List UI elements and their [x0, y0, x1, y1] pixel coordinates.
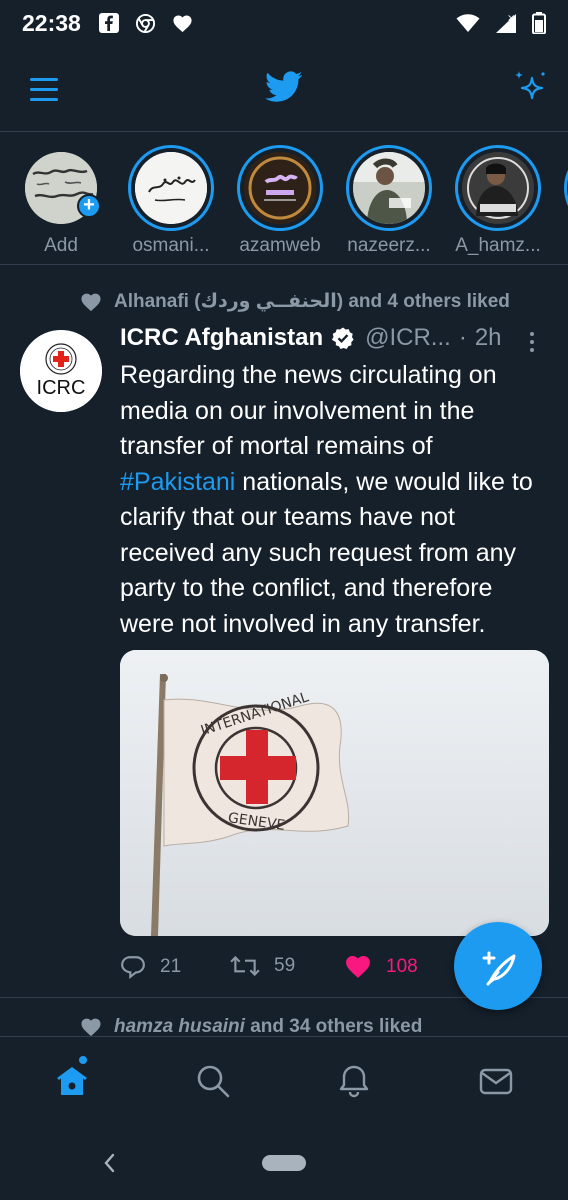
fleet-label: Add — [44, 235, 78, 256]
next-social-name: hamza husaini — [114, 1016, 245, 1037]
compose-tweet-button[interactable] — [454, 922, 542, 1010]
reply-button[interactable]: 21 — [120, 954, 181, 980]
retweet-button[interactable]: 59 — [230, 954, 295, 978]
fleet-label: osmani... — [132, 235, 210, 256]
more-options-icon[interactable] — [530, 332, 536, 356]
header-separator: · — [458, 324, 467, 351]
retweet-count: 59 — [274, 955, 296, 976]
verified-badge-icon — [332, 327, 354, 349]
fleet-item[interactable]: A_hamz... — [453, 145, 543, 257]
system-navigation-bar — [0, 1124, 568, 1200]
sparkle-icon[interactable] — [510, 68, 550, 108]
messages-icon[interactable] — [478, 1063, 514, 1099]
avatar-text: ICRC — [37, 377, 86, 399]
social-context-text: Alhanafi (الحنفــي وردك) and 4 others li… — [114, 291, 510, 312]
tweet-image[interactable]: INTERNATIONAL GENEVE — [120, 650, 549, 936]
fleet-item[interactable]: nazeerz... — [344, 145, 434, 257]
chrome-icon — [135, 13, 155, 33]
signal-icon: × — [496, 13, 516, 33]
heart-icon — [81, 293, 101, 311]
fleet-label: A_hamz... — [455, 235, 541, 256]
like-count: 108 — [386, 955, 418, 977]
heart-icon — [81, 1018, 101, 1037]
facebook-icon — [98, 13, 119, 33]
next-tweet-social-context: hamza husaini and 34 others liked — [80, 1016, 422, 1038]
home-unread-dot — [79, 1056, 87, 1064]
user-avatar — [462, 152, 534, 224]
social-context: Alhanafi (الحنفــي وردك) and 4 others li… — [80, 290, 510, 313]
home-pill[interactable] — [262, 1155, 306, 1171]
tweet-text-part1: Regarding the news circulating on media … — [120, 361, 497, 460]
fleet-label: azamweb — [239, 235, 321, 256]
home-icon[interactable] — [54, 1063, 90, 1099]
hashtag-link[interactable]: #Pakistani — [120, 468, 235, 496]
fleet-label: nazeerz... — [347, 235, 431, 256]
user-avatar — [244, 152, 316, 224]
status-bar: 22:38 × — [0, 0, 568, 46]
heart-filled-icon — [346, 956, 370, 978]
reply-count: 21 — [160, 956, 182, 977]
heart-icon — [173, 15, 192, 32]
tweet-header: ICRC Afghanistan @ICR... · 2h — [120, 324, 502, 352]
next-social-rest: and 34 others liked — [244, 1016, 423, 1037]
like-button[interactable]: 108 — [344, 954, 418, 979]
tweet-text: Regarding the news circulating on media … — [120, 358, 550, 642]
user-avatar — [353, 152, 425, 224]
tweet-actions: 21 59 108 — [120, 954, 450, 984]
notifications-icon[interactable] — [336, 1063, 372, 1099]
author-avatar[interactable]: ICRC — [20, 330, 102, 412]
user-avatar — [135, 152, 207, 224]
author-name[interactable]: ICRC Afghanistan — [120, 324, 323, 352]
battery-icon — [532, 12, 546, 34]
compose-feather-icon — [482, 951, 516, 986]
fleet-item[interactable] — [562, 145, 568, 231]
fleet-item[interactable]: azamweb — [235, 145, 325, 257]
status-time: 22:38 — [22, 9, 81, 36]
reply-icon — [121, 956, 145, 979]
back-icon[interactable] — [102, 1152, 116, 1174]
tweet[interactable]: Alhanafi (الحنفــي وردك) and 4 others li… — [0, 278, 568, 998]
top-app-bar — [0, 46, 568, 132]
svg-text:×: × — [507, 13, 515, 24]
author-handle[interactable]: @ICR... — [365, 324, 451, 352]
tweet-time[interactable]: 2h — [475, 324, 502, 352]
search-icon[interactable] — [195, 1063, 231, 1099]
wifi-icon — [456, 14, 480, 32]
twitter-bird-icon[interactable] — [265, 71, 303, 103]
bottom-navigation — [0, 1036, 568, 1124]
menu-icon[interactable] — [30, 78, 58, 102]
add-fleet-badge[interactable]: + — [77, 194, 101, 218]
fleet-item[interactable]: osmani... — [126, 145, 216, 257]
retweet-icon — [230, 955, 260, 977]
